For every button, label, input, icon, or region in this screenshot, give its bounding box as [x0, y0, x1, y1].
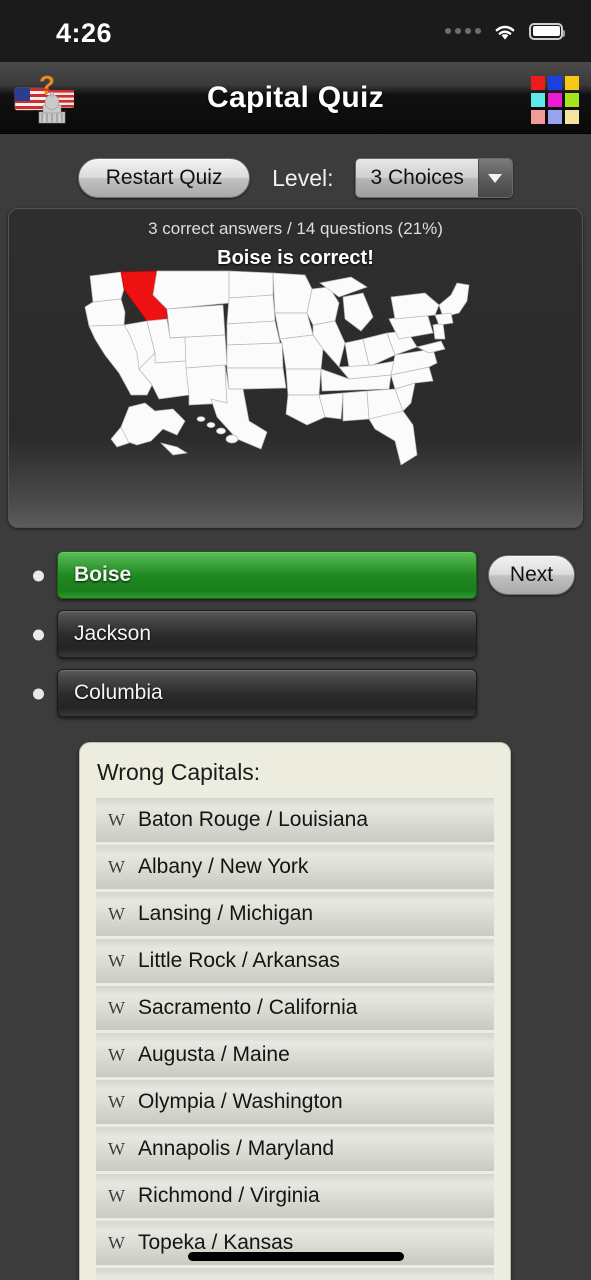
answer-row: Jackson — [0, 607, 591, 663]
status-bar: 4:26 — [0, 0, 591, 62]
answer-button-1[interactable]: Jackson — [57, 610, 477, 658]
signal-dots-icon — [445, 28, 481, 34]
wrong-marker-icon: W — [108, 1185, 125, 1206]
answer-row: Columbia — [0, 666, 591, 722]
color-swatch — [531, 93, 545, 107]
map-panel: 3 correct answers / 14 questions (21%) B… — [8, 208, 583, 528]
level-select-value: 3 Choices — [356, 159, 478, 197]
list-item-label: Richmond / Virginia — [138, 1184, 320, 1207]
list-item[interactable]: W Lansing / Michigan — [96, 892, 494, 936]
wrong-marker-icon: W — [108, 997, 125, 1018]
wrong-capitals-list: W Baton Rouge / Louisiana W Albany / New… — [80, 798, 510, 1280]
list-item[interactable]: W Albany / New York — [96, 845, 494, 889]
list-item[interactable]: W Baton Rouge / Louisiana — [96, 798, 494, 842]
wifi-icon — [492, 22, 518, 41]
wrong-marker-icon: W — [108, 1091, 125, 1112]
wrong-marker-icon: W — [108, 903, 125, 924]
app-root: 4:26 ? Capital Quiz Restart Quiz Level: … — [0, 0, 591, 1280]
list-item-label: Olympia / Washington — [138, 1090, 343, 1113]
list-item[interactable]: W Little Rock / Arkansas — [96, 939, 494, 983]
color-swatch — [548, 110, 562, 124]
wrong-marker-icon: W — [108, 1138, 125, 1159]
level-select[interactable]: 3 Choices — [355, 158, 513, 198]
score-text: 3 correct answers / 14 questions (21%) — [148, 219, 443, 238]
home-indicator — [187, 1252, 404, 1261]
wrong-marker-icon: W — [108, 1232, 125, 1253]
wrong-marker-icon: W — [108, 809, 125, 830]
chevron-down-icon — [477, 159, 512, 197]
bullet-icon — [33, 688, 44, 700]
battery-full-icon — [529, 22, 565, 40]
wrong-marker-icon: W — [108, 1044, 125, 1065]
us-map — [9, 269, 582, 499]
status-bar-time: 4:26 — [56, 18, 113, 48]
next-button[interactable]: Next — [488, 555, 575, 595]
list-item[interactable]: W Richmond / Virginia — [96, 1174, 494, 1218]
wrong-marker-icon: W — [108, 950, 125, 971]
list-item[interactable]: W Augusta / Maine — [96, 1033, 494, 1077]
color-swatch — [531, 110, 545, 124]
list-item[interactable]: W Annapolis / Maryland — [96, 1127, 494, 1171]
answer-button-2[interactable]: Columbia — [57, 669, 477, 717]
wrong-capitals-title: Wrong Capitals: — [97, 759, 261, 785]
color-swatch — [565, 76, 579, 90]
list-item[interactable]: W Sacramento / California — [96, 986, 494, 1030]
list-item-label: Augusta / Maine — [138, 1043, 290, 1066]
list-item[interactable]: W Olympia / Washington — [96, 1080, 494, 1124]
page-title: Capital Quiz — [207, 81, 384, 114]
color-swatch — [565, 110, 579, 124]
bullet-icon — [33, 629, 44, 641]
color-grid-icon[interactable] — [531, 76, 579, 124]
app-header: ? Capital Quiz — [0, 62, 591, 134]
level-label: Level: — [272, 164, 334, 191]
verdict-text: Boise is correct! — [217, 247, 374, 269]
wrong-marker-icon: W — [108, 856, 125, 877]
list-item-label: Baton Rouge / Louisiana — [138, 808, 369, 831]
color-swatch — [548, 76, 562, 90]
answer-choices: Boise Next Jackson Columbia — [0, 548, 591, 725]
color-swatch — [531, 76, 545, 90]
color-swatch — [548, 93, 562, 107]
wrong-capitals-panel: Wrong Capitals: W Baton Rouge / Louisian… — [79, 742, 511, 1280]
color-swatch — [565, 93, 579, 107]
list-item-label: Annapolis / Maryland — [138, 1137, 335, 1160]
list-item-label: Little Rock / Arkansas — [138, 949, 340, 972]
list-item-label: Albany / New York — [138, 855, 309, 878]
answer-row: Boise Next — [0, 548, 591, 604]
list-item-label: Lansing / Michigan — [138, 902, 314, 925]
list-item[interactable]: W Lincoln / Nebraska — [96, 1268, 494, 1280]
answer-button-0[interactable]: Boise — [57, 551, 477, 599]
quiz-toolbar: Restart Quiz Level: 3 Choices — [0, 148, 591, 208]
list-item-label: Sacramento / California — [138, 996, 358, 1019]
status-bar-indicators — [445, 16, 565, 46]
restart-quiz-button[interactable]: Restart Quiz — [78, 158, 251, 198]
bullet-icon — [33, 570, 44, 582]
